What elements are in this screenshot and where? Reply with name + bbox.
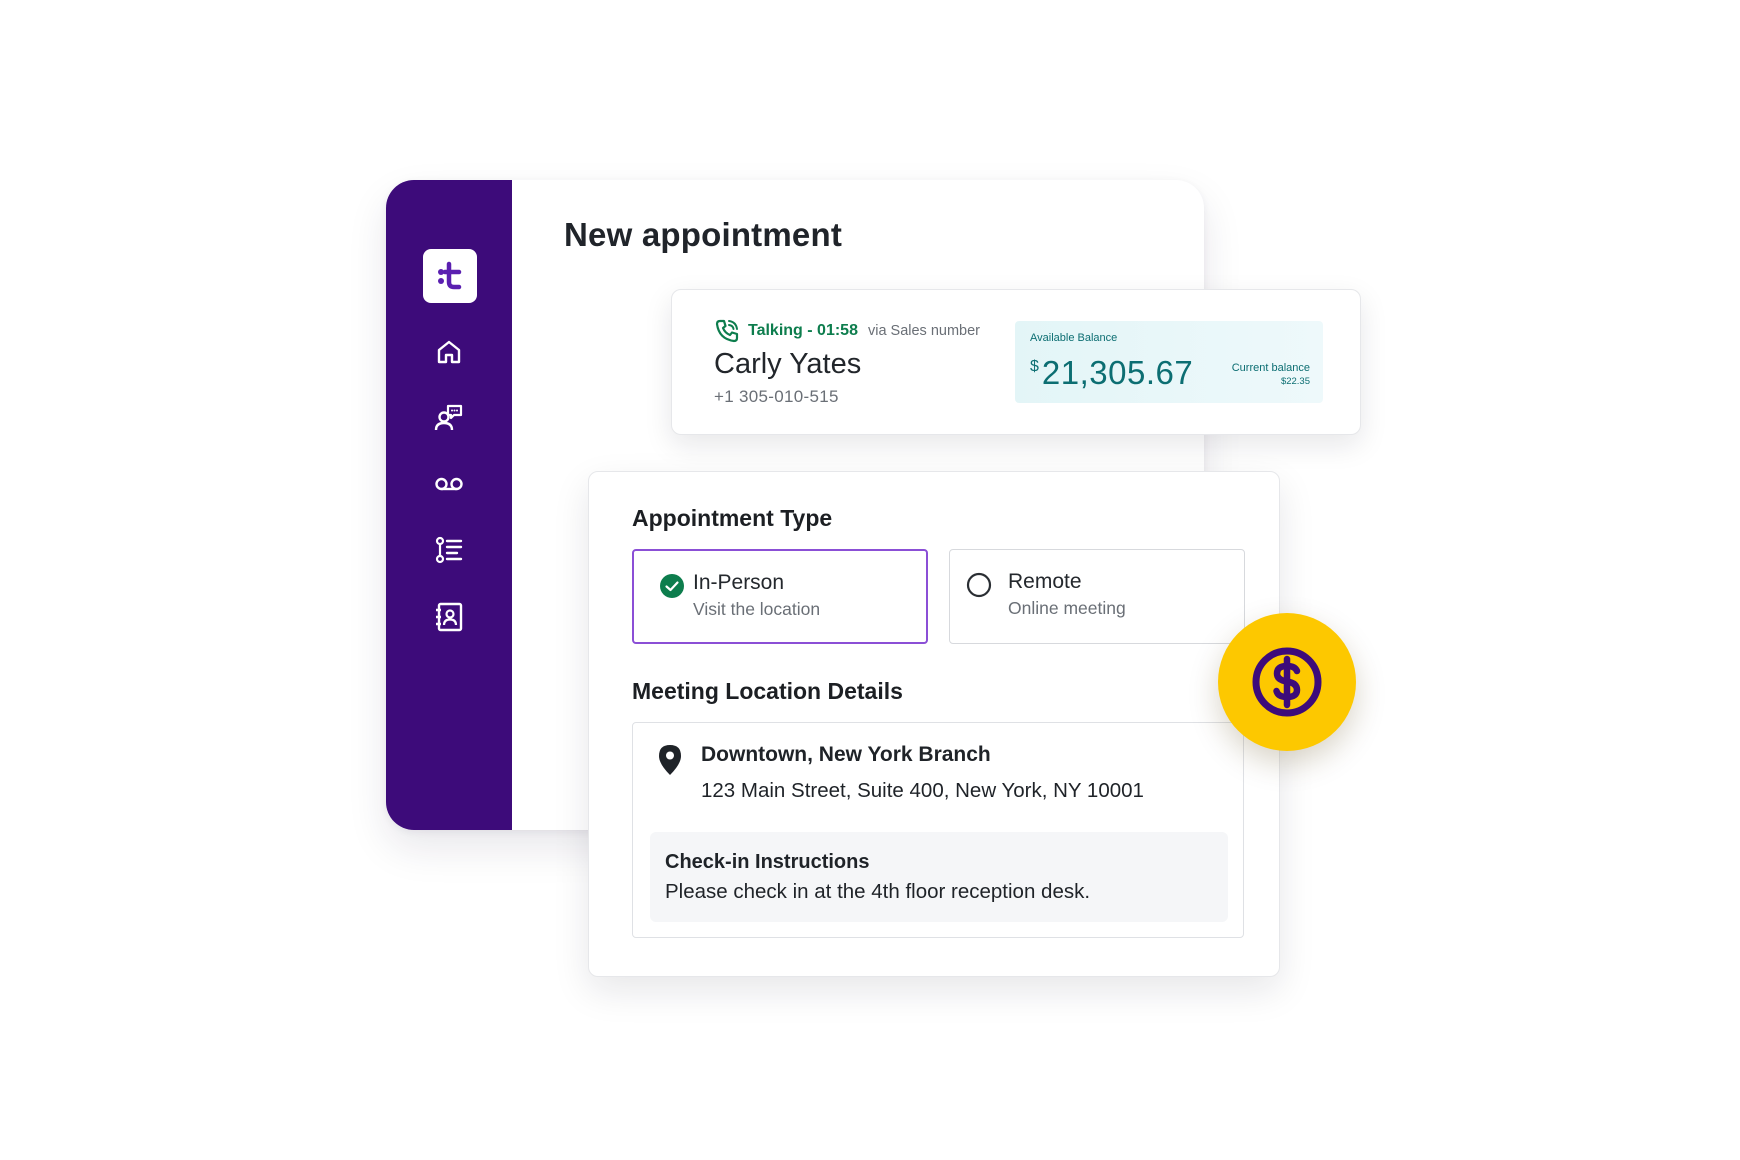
call-timer: Talking - 01:58	[748, 322, 858, 339]
location-pin-icon	[659, 745, 681, 775]
available-balance-label: Available Balance	[1030, 332, 1118, 344]
logo-icon	[438, 261, 462, 290]
contacts-chat-icon	[434, 404, 463, 431]
checkin-title: Check-in Instructions	[665, 851, 870, 873]
home-icon	[437, 340, 461, 364]
page-title: New appointment	[564, 216, 843, 253]
caller-phone: +1 305-010-515	[714, 387, 839, 406]
app-logo[interactable]	[423, 249, 477, 303]
call-card: Talking - 01:58 via Sales number Carly Y…	[671, 289, 1361, 435]
address-book-icon	[436, 602, 463, 632]
radio-empty-icon	[966, 572, 992, 598]
dollar-badge	[1218, 613, 1356, 751]
checkin-text: Please check in at the 4th floor recepti…	[665, 880, 1091, 903]
option-title: In-Person	[693, 571, 785, 594]
call-status: Talking - 01:58 via Sales number	[714, 318, 980, 344]
appointment-type-title: Appointment Type	[632, 505, 833, 531]
checkin-instructions: Check-in Instructions Please check in at…	[650, 832, 1228, 922]
branch-address: 123 Main Street, Suite 400, New York, NY…	[701, 779, 1144, 802]
current-balance-value: $22.35	[1280, 376, 1310, 387]
stage: New appointment Talking - 01:58 via Sale…	[0, 0, 1740, 1160]
balance-amount: 21,305.67	[1041, 354, 1194, 391]
dollar-icon	[1252, 647, 1322, 717]
balance-box: Available Balance $ 21,305.67 Current ba…	[1015, 321, 1323, 403]
appointment-card: Appointment Type In-Person Visit the loc…	[588, 471, 1280, 977]
caller-name: Carly Yates	[714, 348, 862, 380]
option-subtitle: Visit the location	[693, 599, 821, 619]
option-title: Remote	[1008, 570, 1082, 593]
nav-home[interactable]	[431, 334, 467, 370]
location-details-title: Meeting Location Details	[632, 678, 903, 704]
current-balance-label: Current balance	[1231, 362, 1310, 374]
nav-address-book[interactable]	[431, 599, 467, 635]
list-icon	[435, 536, 463, 564]
option-remote[interactable]: Remote Online meeting	[949, 549, 1245, 644]
currency-symbol: $	[1030, 358, 1039, 375]
sidebar	[386, 180, 512, 830]
option-in-person[interactable]: In-Person Visit the location	[632, 549, 928, 644]
option-subtitle: Online meeting	[1008, 598, 1126, 618]
nav-contacts-chat[interactable]	[431, 400, 467, 436]
check-circle-icon	[660, 574, 684, 598]
voicemail-icon	[435, 477, 463, 491]
available-balance: $ 21,305.67	[1030, 354, 1193, 392]
nav-list[interactable]	[431, 532, 467, 568]
phone-call-icon	[715, 319, 739, 343]
nav-voicemail[interactable]	[431, 466, 467, 502]
branch-name: Downtown, New York Branch	[701, 743, 991, 766]
location-box: Downtown, New York Branch 123 Main Stree…	[632, 722, 1244, 938]
call-line: via Sales number	[867, 323, 980, 339]
